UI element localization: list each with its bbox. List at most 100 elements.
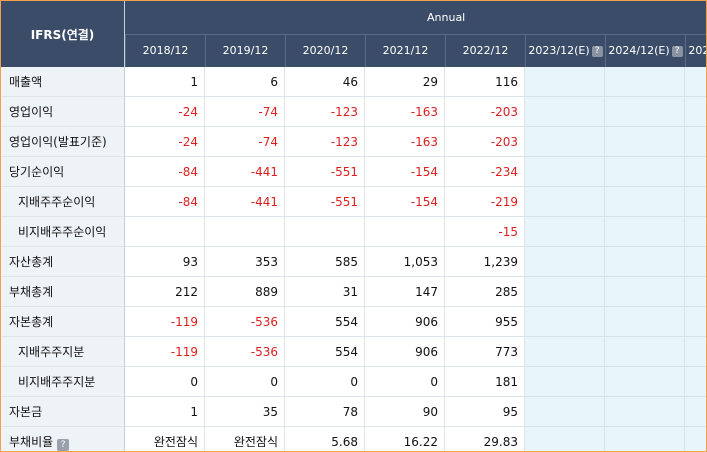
value-cell: 1,239	[445, 247, 525, 277]
value-cell: 35	[205, 397, 285, 427]
row-label-text: 지배주주순이익	[18, 195, 96, 209]
estimate-cell	[685, 127, 706, 157]
row-label: 영업이익(발표기준)	[1, 127, 125, 157]
value-cell	[125, 217, 205, 247]
value-cell: -441	[205, 187, 285, 217]
estimate-cell	[605, 247, 685, 277]
value-cell: -154	[365, 157, 445, 187]
year-header-1: 2019/12	[205, 35, 285, 67]
table-row: 매출액 1 6 46 29 116	[1, 67, 706, 97]
estimate-cell	[605, 367, 685, 397]
table-row: 자산총계 93 353 585 1,053 1,239	[1, 247, 706, 277]
value-cell: -219	[445, 187, 525, 217]
table-row: 비지배주주순이익 -15	[1, 217, 706, 247]
row-label: 비지배주주지분	[1, 367, 125, 397]
value-cell: -74	[205, 97, 285, 127]
value-cell: 90	[365, 397, 445, 427]
table-row: 지배주주순이익 -84 -441 -551 -154 -219	[1, 187, 706, 217]
estimate-cell	[525, 187, 605, 217]
value-cell: 6	[205, 67, 285, 97]
estimate-cell	[685, 67, 706, 97]
estimate-cell	[685, 187, 706, 217]
row-label-text: 영업이익	[9, 105, 54, 119]
row-label: 지배주주지분	[1, 337, 125, 367]
value-cell: 285	[445, 277, 525, 307]
help-icon[interactable]: ?	[671, 46, 683, 57]
value-cell: 889	[205, 277, 285, 307]
estimate-cell	[605, 187, 685, 217]
value-cell: 46	[285, 67, 365, 97]
year-label: 2022/12	[462, 44, 509, 57]
value-cell	[365, 217, 445, 247]
value-cell: 78	[285, 397, 365, 427]
value-cell: -24	[125, 97, 205, 127]
value-cell: -234	[445, 157, 525, 187]
estimate-cell	[685, 307, 706, 337]
row-label: 부채비율?	[1, 427, 125, 451]
estimate-cell	[685, 277, 706, 307]
value-cell: 1	[125, 397, 205, 427]
row-label: 영업이익	[1, 97, 125, 127]
estimate-cell	[685, 427, 706, 451]
value-cell: 93	[125, 247, 205, 277]
estimate-cell	[685, 217, 706, 247]
table-row: 자본총계 -119 -536 554 906 955	[1, 307, 706, 337]
row-label-text: 영업이익(발표기준)	[9, 135, 107, 149]
estimate-cell	[525, 277, 605, 307]
estimate-cell	[605, 427, 685, 451]
value-cell: 0	[285, 367, 365, 397]
table-row: 당기순이익 -84 -441 -551 -154 -234	[1, 157, 706, 187]
estimate-cell	[525, 127, 605, 157]
value-cell: -15	[445, 217, 525, 247]
value-cell: -24	[125, 127, 205, 157]
estimate-cell	[525, 397, 605, 427]
value-cell: -536	[205, 307, 285, 337]
estimate-cell	[605, 307, 685, 337]
table-row: 지배주주지분 -119 -536 554 906 773	[1, 337, 706, 367]
row-label: 매출액	[1, 67, 125, 97]
estimate-cell	[605, 157, 685, 187]
value-cell: 0	[205, 367, 285, 397]
estimate-cell	[525, 247, 605, 277]
value-cell: -203	[445, 97, 525, 127]
table-row: 부채총계 212 889 31 147 285	[1, 277, 706, 307]
row-label-text: 부채비율	[9, 435, 54, 449]
row-label: 당기순이익	[1, 157, 125, 187]
help-icon[interactable]: ?	[57, 439, 70, 451]
value-cell: -163	[365, 97, 445, 127]
accounting-standard-label: IFRS(연결)	[30, 27, 95, 42]
row-label-text: 지배주주지분	[18, 345, 85, 359]
annual-group-header: Annual	[125, 1, 706, 35]
value-cell: -154	[365, 187, 445, 217]
table-row: 자본금 1 35 78 90 95	[1, 397, 706, 427]
estimate-cell	[525, 367, 605, 397]
value-cell: 1	[125, 67, 205, 97]
value-cell: -163	[365, 127, 445, 157]
value-cell: -84	[125, 157, 205, 187]
estimate-cell	[685, 337, 706, 367]
value-cell: 5.68	[285, 427, 365, 451]
estimate-cell	[605, 277, 685, 307]
row-label-text: 자본총계	[9, 315, 54, 329]
year-header-3: 2021/12	[365, 35, 445, 67]
estimate-cell	[605, 397, 685, 427]
value-cell: 29.83	[445, 427, 525, 451]
value-cell: -441	[205, 157, 285, 187]
year-label: 2023/12(E)	[528, 44, 590, 57]
value-cell: 906	[365, 307, 445, 337]
estimate-cell	[525, 157, 605, 187]
value-cell: -119	[125, 307, 205, 337]
estimate-cell	[685, 157, 706, 187]
value-cell: 147	[365, 277, 445, 307]
value-cell: -551	[285, 187, 365, 217]
estimate-cell	[685, 367, 706, 397]
table-row: 비지배주주지분 0 0 0 0 181	[1, 367, 706, 397]
value-cell: -84	[125, 187, 205, 217]
year-label: 2019/12	[222, 44, 269, 57]
table-row: 영업이익 -24 -74 -123 -163 -203	[1, 97, 706, 127]
year-header-7: 2025/12(E)?	[685, 35, 706, 67]
help-icon[interactable]: ?	[591, 46, 603, 57]
value-cell: -123	[285, 97, 365, 127]
value-cell: 955	[445, 307, 525, 337]
value-cell: 554	[285, 307, 365, 337]
